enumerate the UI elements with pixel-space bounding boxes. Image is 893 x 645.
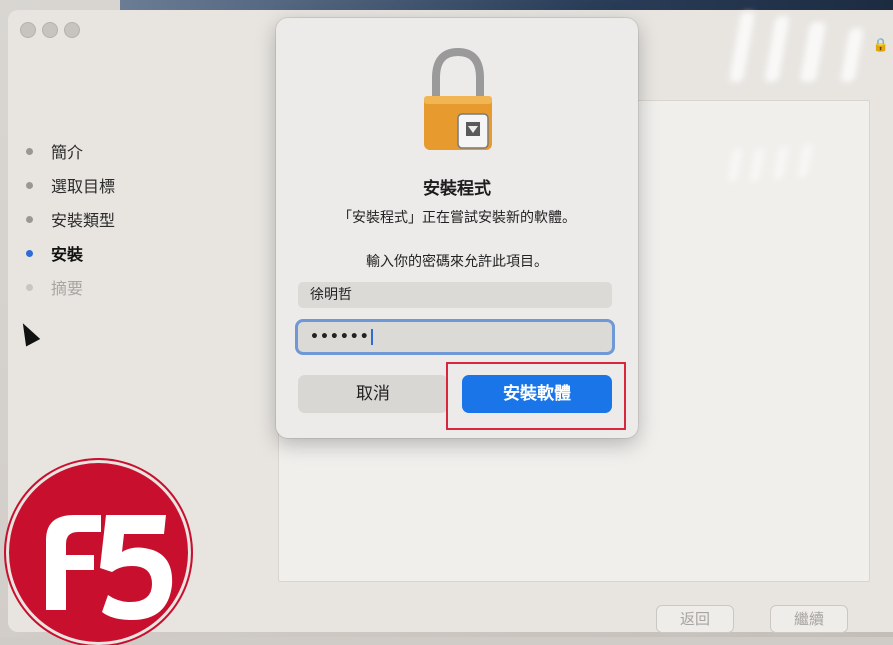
sidebar-step-install-type: 安裝類型 <box>26 202 266 236</box>
f5-logo-glyph <box>46 515 173 620</box>
step-label: 安裝類型 <box>51 211 116 230</box>
text-caret <box>370 329 373 345</box>
step-dot-icon <box>26 147 33 155</box>
lock-icon: 🔒 <box>872 38 889 53</box>
photo-screen: 🔒 簡介 選取目標 安裝類型 安裝 摘要 返回 繼續 安裝程式 「安裝程式」正在… <box>0 0 893 645</box>
step-dot-current-icon <box>26 249 33 257</box>
sidebar-step-destination: 選取目標 <box>26 168 266 202</box>
step-label: 選取目標 <box>51 177 116 196</box>
dialog-title: 安裝程式 <box>423 179 491 199</box>
cancel-button[interactable]: 取消 <box>298 375 448 413</box>
continue-button[interactable]: 繼續 <box>770 605 848 633</box>
sidebar-step-intro: 簡介 <box>26 134 266 168</box>
sidebar-step-install: 安裝 <box>26 236 266 270</box>
f5-logo <box>6 460 191 645</box>
step-dot-icon <box>26 215 33 223</box>
step-dot-icon <box>26 181 33 189</box>
close-window-button[interactable] <box>20 22 36 38</box>
username-field[interactable]: 徐明哲 <box>298 282 612 308</box>
dialog-prompt: 輸入你的密碼來允許此項目。 <box>366 254 548 270</box>
step-label: 安裝 <box>51 245 84 264</box>
annotation-highlight-box <box>446 362 626 430</box>
padlock-icon <box>424 48 492 150</box>
sidebar-step-summary: 摘要 <box>26 270 266 304</box>
password-field[interactable]: •••••• <box>298 322 612 352</box>
installer-steps-sidebar: 簡介 選取目標 安裝類型 安裝 摘要 <box>26 134 266 304</box>
dialog-message: 「安裝程式」正在嘗試安裝新的軟體。 <box>338 210 576 226</box>
zoom-window-button[interactable] <box>64 22 80 38</box>
minimize-window-button[interactable] <box>42 22 58 38</box>
back-button[interactable]: 返回 <box>656 605 734 633</box>
step-dot-icon <box>26 283 33 291</box>
step-label: 簡介 <box>51 143 84 162</box>
step-label: 摘要 <box>51 279 84 298</box>
password-mask: •••••• <box>310 329 370 345</box>
